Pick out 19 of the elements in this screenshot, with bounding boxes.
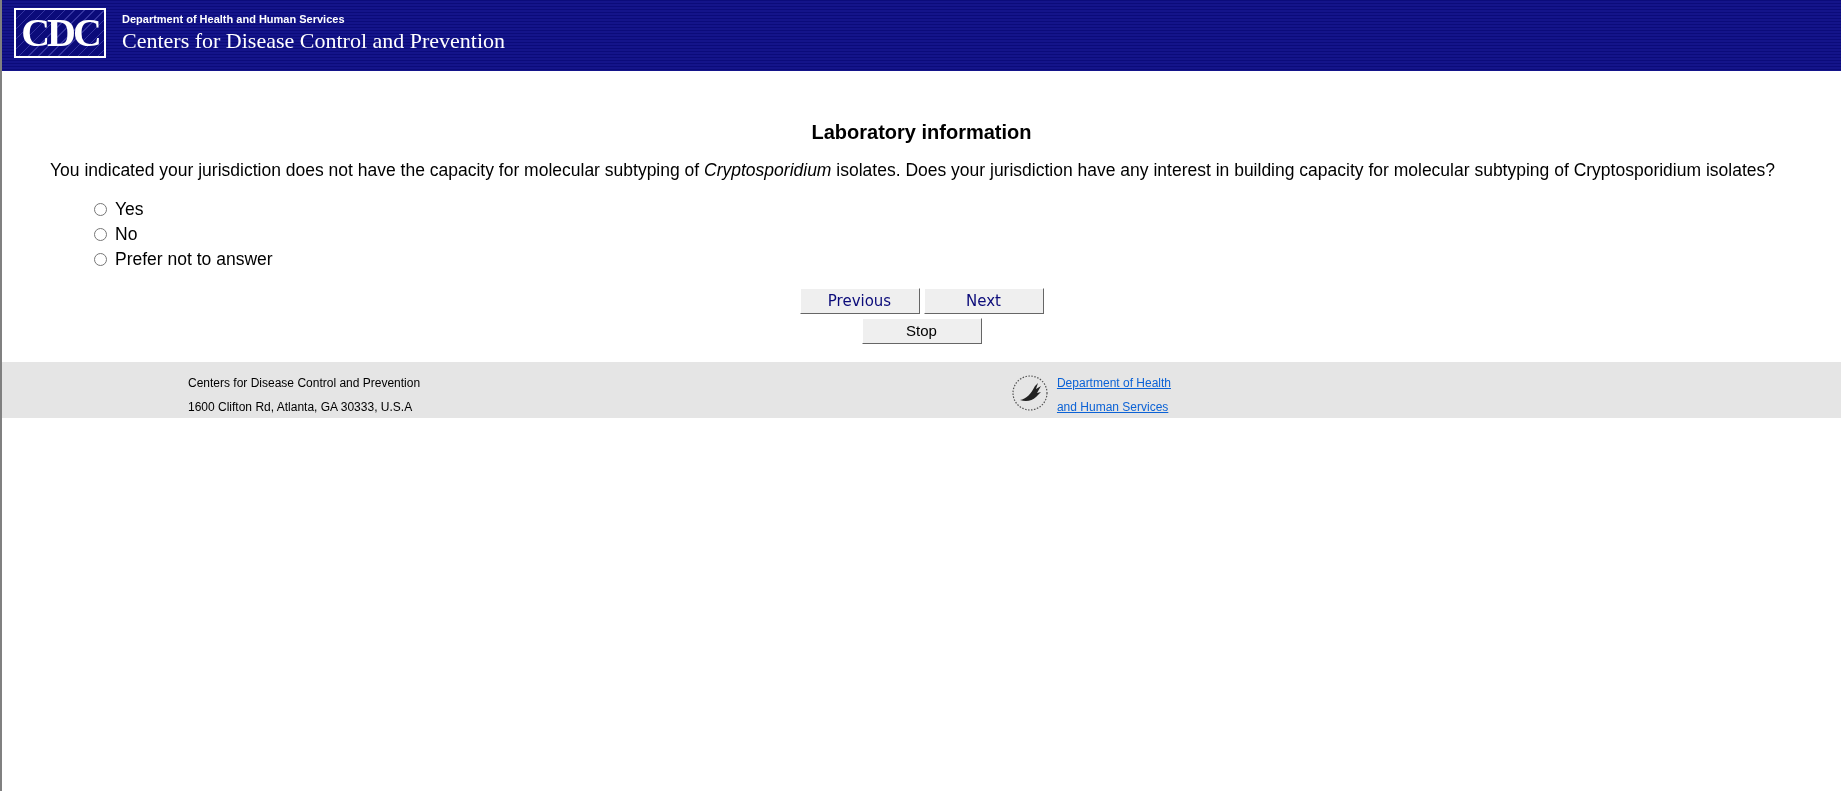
question-text: You indicated your jurisdiction does not have the capacity for molecular subtyping of Cryptosporidium isolates. Does your jurisdiction have any interest in building capacity for molecular subtyping of Cryptosporidium isolates? (50, 159, 1776, 181)
navigation-button[interactable]: Previous (799, 288, 920, 314)
page-title: Laboratory information (811, 121, 1032, 143)
hhs-link[interactable]: and Human Services (1056, 400, 1169, 414)
eagle-seal-icon (1010, 374, 1049, 412)
agency-name: Centers for Disease Control and Prevention (122, 27, 506, 54)
option-label[interactable]: No (115, 222, 138, 247)
radio-button[interactable] (94, 253, 107, 266)
option-label[interactable]: Prefer not to answer (115, 247, 273, 272)
option-label[interactable]: Yes (115, 197, 144, 222)
navigation-button[interactable]: Next (923, 288, 1044, 314)
address-line: Centers for Disease Control and Prevention (188, 376, 421, 390)
radio-button[interactable] (94, 228, 107, 241)
cdc-logo: CDC (14, 8, 106, 58)
radio-button[interactable] (94, 203, 107, 216)
hhs-link[interactable]: Department of Health (1056, 376, 1171, 390)
stop-button[interactable]: Stop (861, 318, 982, 344)
address-line: 1600 Clifton Rd, Atlanta, GA 30333, U.S.A (188, 400, 413, 414)
department-name: Department of Health and Human Services (122, 12, 346, 27)
